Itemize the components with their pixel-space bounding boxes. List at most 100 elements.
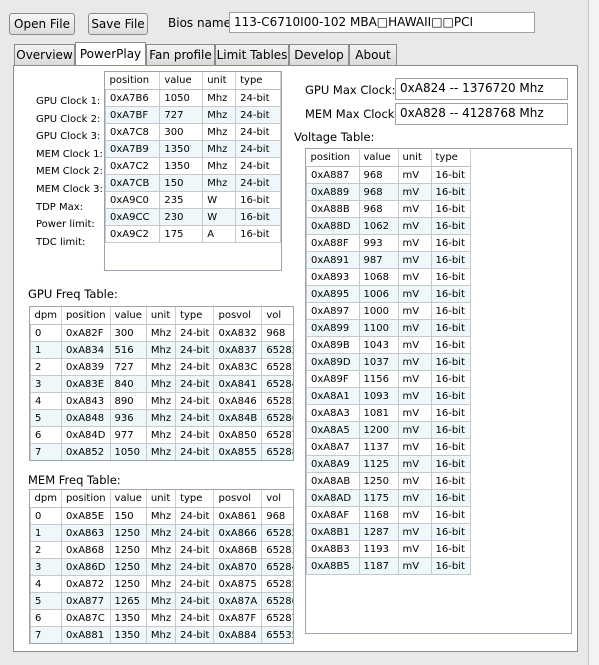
voltage-row[interactable]: 0xA891 987 mV 16-bit [306, 251, 471, 269]
voltage-row[interactable]: 0xA8AD 1175 mV 16-bit [306, 489, 471, 507]
table-cell[interactable]: 0xA8A7 [306, 438, 360, 456]
table-cell[interactable]: 1193 [358, 540, 399, 558]
table-cell[interactable]: 0 [30, 324, 62, 342]
voltage-row[interactable]: 0xA889 968 mV 16-bit [306, 183, 471, 201]
column-header[interactable]: value [110, 490, 147, 508]
table-cell[interactable]: 0xA861 [213, 507, 263, 525]
column-header[interactable]: unit [398, 149, 432, 167]
voltage-row[interactable]: 0xA8A3 1081 mV 16-bit [306, 404, 471, 422]
table-cell[interactable]: 1168 [358, 506, 399, 524]
table-cell[interactable]: 0xA891 [306, 251, 360, 269]
mem-freq-row[interactable]: 70xA8811350Mhz24-bit0xA88465535 [30, 626, 293, 643]
table-cell[interactable]: 1137 [358, 438, 399, 456]
table-cell[interactable]: 24-bit [175, 558, 215, 576]
table-cell[interactable]: 6 [30, 426, 62, 444]
column-header[interactable]: unit [146, 490, 177, 508]
table-cell[interactable]: 936 [109, 409, 147, 427]
table-cell[interactable]: 0xA877 [60, 592, 111, 610]
table-cell[interactable]: 16-bit [235, 208, 281, 226]
table-cell[interactable]: Mhz [145, 558, 177, 576]
clock-row[interactable]: 0xA7B9 1350 Mhz 24-bit [105, 140, 281, 158]
table-cell[interactable]: 65286 [261, 592, 293, 610]
table-cell[interactable]: 1350 [109, 626, 147, 643]
clock-row[interactable]: 0xA7CB 150 Mhz 24-bit [105, 174, 281, 192]
gpu-max-clock-field[interactable]: 0xA824 -- 1376720 Mhz [395, 78, 568, 100]
table-cell[interactable]: 0xA899 [306, 319, 360, 337]
table-cell[interactable]: 16-bit [430, 166, 471, 184]
table-cell[interactable]: Mhz [145, 609, 177, 627]
table-cell[interactable]: 24-bit [175, 426, 215, 444]
table-cell[interactable]: Mhz [202, 106, 237, 124]
table-cell[interactable]: 24-bit [175, 358, 215, 376]
table-cell[interactable]: 5 [30, 592, 62, 610]
voltage-row[interactable]: 0xA89D 1037 mV 16-bit [306, 353, 471, 371]
table-cell[interactable]: 0xA8B3 [306, 540, 360, 558]
table-cell[interactable]: mV [397, 302, 432, 320]
tab-about[interactable]: About [349, 44, 397, 65]
table-cell[interactable]: 2 [30, 541, 62, 559]
table-cell[interactable]: 24-bit [175, 524, 215, 542]
mem-freq-row[interactable]: 60xA87C1350Mhz24-bit0xA87F65287 [30, 609, 293, 627]
table-cell[interactable]: 65287 [261, 609, 293, 627]
mem-freq-row[interactable]: 0 0xA85E 150 Mhz 24-bit 0xA861 968 [30, 507, 293, 525]
table-cell[interactable]: 230 [159, 208, 204, 226]
table-cell[interactable]: 6 [30, 609, 62, 627]
table-cell[interactable]: 0xA875 [213, 575, 263, 593]
voltage-row[interactable]: 0xA8A1 1093 mV 16-bit [306, 387, 471, 405]
table-cell[interactable]: 0xA9C0 [105, 191, 161, 209]
clock-row[interactable]: 0xA7BF 727 Mhz 24-bit [105, 106, 281, 124]
voltage-row[interactable]: 0xA8A5 1200 mV 16-bit [306, 421, 471, 439]
table-cell[interactable]: 0xA846 [213, 392, 263, 410]
table-cell[interactable]: mV [397, 387, 432, 405]
table-cell[interactable]: 16-bit [430, 506, 471, 524]
table-cell[interactable]: 968 [261, 507, 293, 525]
table-cell[interactable]: 16-bit [430, 268, 471, 286]
table-cell[interactable]: 0xA841 [213, 375, 263, 393]
column-header[interactable]: vol [261, 490, 293, 508]
table-cell[interactable]: 16-bit [235, 191, 281, 209]
table-cell[interactable]: 0xA839 [60, 358, 111, 376]
clock-table[interactable]: position value unit type 0xA7B6 1050 Mhz 24-bit… [104, 71, 282, 271]
column-header[interactable]: position [61, 307, 111, 325]
table-cell[interactable]: 2 [30, 358, 62, 376]
table-cell[interactable]: 4 [30, 575, 62, 593]
table-cell[interactable]: mV [397, 489, 432, 507]
column-header[interactable]: type [175, 490, 215, 508]
table-cell[interactable]: 0xA84B [213, 409, 263, 427]
clock-row[interactable]: 0xA7B6 1050 Mhz 24-bit [105, 89, 281, 107]
table-cell[interactable]: Mhz [145, 524, 177, 542]
table-cell[interactable]: 1265 [109, 592, 147, 610]
table-cell[interactable]: Mhz [145, 358, 177, 376]
table-cell[interactable]: 0xA843 [60, 392, 111, 410]
table-cell[interactable]: 16-bit [430, 421, 471, 439]
table-cell[interactable]: 16-bit [430, 302, 471, 320]
table-cell[interactable]: 0xA89D [306, 353, 360, 371]
table-cell[interactable]: Mhz [202, 157, 237, 175]
table-cell[interactable]: 977 [109, 426, 147, 444]
voltage-row[interactable]: 0xA8AF 1168 mV 16-bit [306, 506, 471, 524]
table-cell[interactable]: 1006 [358, 285, 399, 303]
table-cell[interactable]: 0xA7C8 [105, 123, 161, 141]
table-cell[interactable]: 65286 [261, 409, 293, 427]
table-cell[interactable]: 1093 [358, 387, 399, 405]
table-cell[interactable]: 516 [109, 341, 147, 359]
table-cell[interactable]: Mhz [145, 507, 177, 525]
table-cell[interactable]: 16-bit [430, 251, 471, 269]
table-cell[interactable]: 16-bit [430, 557, 471, 575]
table-cell[interactable]: 0xA832 [213, 324, 263, 342]
table-cell[interactable]: 1250 [109, 541, 147, 559]
table-cell[interactable]: 150 [159, 174, 204, 192]
table-cell[interactable]: mV [397, 506, 432, 524]
table-cell[interactable]: Mhz [145, 541, 177, 559]
table-cell[interactable]: 1037 [358, 353, 399, 371]
table-cell[interactable]: 24-bit [175, 409, 215, 427]
bios-name-field[interactable]: 113-C6710I00-102 MBA□HAWAII□□PCI [229, 12, 535, 33]
table-cell[interactable]: 24-bit [235, 106, 281, 124]
table-cell[interactable]: 968 [261, 324, 293, 342]
table-cell[interactable]: 24-bit [175, 592, 215, 610]
table-cell[interactable]: 0xA881 [60, 626, 111, 643]
gpu-freq-row[interactable]: 70xA8521050Mhz24-bit0xA85565288 [30, 443, 293, 460]
table-cell[interactable]: 16-bit [430, 523, 471, 541]
table-cell[interactable]: 0xA83E [60, 375, 111, 393]
table-cell[interactable]: Mhz [202, 140, 237, 158]
